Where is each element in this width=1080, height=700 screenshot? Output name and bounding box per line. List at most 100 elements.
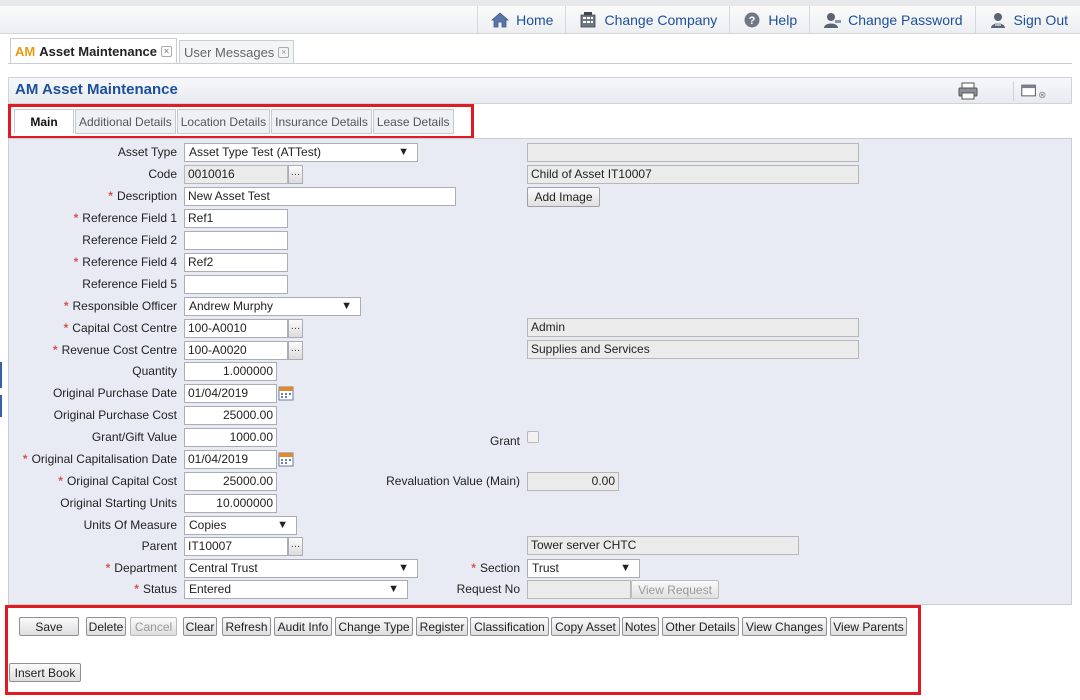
ref5-input[interactable]: [184, 275, 288, 294]
nav-change-password[interactable]: Change Password: [809, 6, 974, 34]
ref4-input[interactable]: Ref2: [184, 253, 288, 272]
code-description: Child of Asset IT10007: [527, 165, 859, 184]
orig-cap-date-label: * Original Capitalisation Date: [22, 452, 177, 466]
parent-description: Tower server CHTC: [527, 536, 799, 555]
orig-purchase-date-label: Original Purchase Date: [52, 386, 177, 400]
revenue-cost-centre-input[interactable]: 100-A0020: [184, 341, 288, 360]
orig-cap-date-input[interactable]: 01/04/2019: [184, 450, 277, 469]
building-icon: [581, 12, 596, 28]
revenue-cost-centre-description: Supplies and Services: [527, 340, 859, 359]
main-form: Asset Type Asset Type Test (ATTest) ▼ Cod…: [8, 138, 1072, 605]
left-edge-marker: [0, 395, 2, 417]
nav-change-password-label: Change Password: [848, 12, 963, 28]
responsible-officer-select[interactable]: Andrew Murphy ▼: [184, 297, 361, 316]
ref1-input[interactable]: Ref1: [184, 209, 288, 228]
parent-input[interactable]: IT10007: [184, 537, 288, 556]
view-request-button[interactable]: View Request: [631, 580, 719, 599]
status-label: * Status: [134, 582, 177, 596]
page-title: AM Asset Maintenance: [15, 81, 178, 98]
grant-checkbox[interactable]: [527, 431, 539, 443]
asset-type-select[interactable]: Asset Type Test (ATTest) ▼: [184, 143, 418, 162]
print-icon[interactable]: [957, 81, 979, 101]
units-of-measure-label: Units Of Measure: [83, 518, 177, 532]
revaluation-value-input: 0.00: [527, 472, 619, 491]
nav-change-company[interactable]: Change Company: [565, 6, 729, 34]
description-label: * Description: [108, 189, 177, 203]
department-label: * Department: [105, 561, 177, 575]
nav-sign-out[interactable]: Sign Out: [974, 6, 1080, 34]
dropdown-arrow-icon: ▼: [398, 146, 409, 158]
nav-home[interactable]: Home: [477, 6, 565, 34]
revaluation-value-label: Revaluation Value (Main): [386, 474, 520, 488]
tab-asset-maintenance-label: Asset Maintenance: [39, 44, 157, 59]
parent-lookup-button[interactable]: …: [288, 537, 303, 556]
capital-cost-centre-description: Admin: [527, 318, 859, 337]
revenue-cost-centre-lookup-button[interactable]: …: [288, 341, 303, 360]
window-close-icon[interactable]: ⊗: [1013, 81, 1049, 101]
dropdown-arrow-icon: ▼: [341, 300, 352, 312]
grant-gift-value-input[interactable]: 1000.00: [184, 428, 277, 447]
left-edge-marker: [0, 362, 2, 388]
ref5-label: Reference Field 5: [82, 277, 177, 291]
quantity-input[interactable]: 1.000000: [184, 362, 277, 381]
tab-user-messages[interactable]: User Messages ×: [178, 40, 295, 64]
code-label: Code: [148, 167, 177, 181]
top-nav-bar: Home Change Company ? Help Change Passwo…: [0, 0, 1080, 34]
home-icon: [491, 12, 510, 28]
parent-label: Parent: [141, 539, 177, 553]
outer-tab-strip: AM Asset Maintenance × User Messages ×: [10, 38, 296, 64]
orig-capital-cost-label: * Original Capital Cost: [58, 474, 177, 488]
request-no-input: [527, 580, 631, 599]
tab-user-messages-label: User Messages: [183, 45, 275, 60]
orig-purchase-date-input[interactable]: 01/04/2019: [184, 384, 277, 403]
tab-asset-maintenance[interactable]: AM Asset Maintenance ×: [10, 38, 177, 64]
dropdown-arrow-icon: ▼: [620, 562, 631, 574]
nav-sign-out-label: Sign Out: [1013, 12, 1068, 28]
highlight-box-buttons: [5, 605, 921, 695]
user-key-icon: [824, 13, 842, 28]
grant-label: Grant: [489, 434, 520, 448]
dropdown-arrow-icon: ▼: [277, 519, 288, 531]
section-label: * Section: [471, 561, 520, 575]
capital-cost-centre-input[interactable]: 100-A0010: [184, 319, 288, 338]
capital-cost-centre-label: * Capital Cost Centre: [63, 321, 177, 335]
nav-help-label: Help: [768, 12, 798, 28]
dropdown-arrow-icon: ▼: [388, 583, 399, 595]
orig-capital-cost-input[interactable]: 25000.00: [184, 472, 277, 491]
ref2-label: Reference Field 2: [82, 233, 177, 247]
add-image-button[interactable]: Add Image: [527, 187, 600, 207]
nav-help[interactable]: ? Help: [729, 6, 809, 34]
close-tab-icon[interactable]: ×: [278, 47, 290, 58]
request-no-label: Request No: [456, 582, 520, 596]
orig-starting-units-input[interactable]: 10.000000: [184, 494, 277, 513]
dropdown-arrow-icon: ▼: [398, 562, 409, 574]
description-input[interactable]: New Asset Test: [184, 187, 456, 206]
ref2-input[interactable]: [184, 231, 288, 250]
nav-home-label: Home: [516, 12, 554, 28]
grant-gift-value-label: Grant/Gift Value: [91, 430, 177, 444]
calendar-icon[interactable]: [278, 385, 294, 401]
section-select[interactable]: Trust ▼: [527, 559, 640, 578]
top-nav-links: Home Change Company ? Help Change Passwo…: [477, 6, 1080, 34]
close-tab-icon[interactable]: ×: [160, 46, 172, 57]
units-of-measure-select[interactable]: Copies ▼: [184, 516, 297, 535]
panel-header: AM Asset Maintenance ⊗: [8, 77, 1072, 104]
orig-purchase-cost-input[interactable]: 25000.00: [184, 406, 277, 425]
status-select[interactable]: Entered ▼: [184, 580, 408, 599]
responsible-officer-label: * Responsible Officer: [63, 299, 177, 313]
nav-change-company-label: Change Company: [604, 12, 718, 28]
revenue-cost-centre-label: * Revenue Cost Centre: [52, 343, 177, 357]
orig-starting-units-label: Original Starting Units: [60, 496, 177, 510]
svg-text:?: ?: [749, 15, 756, 27]
code-lookup-button[interactable]: …: [288, 165, 303, 184]
department-select[interactable]: Central Trust ▼: [184, 559, 418, 578]
code-input: 0010016: [184, 165, 288, 184]
ref4-label: * Reference Field 4: [73, 255, 177, 269]
ref1-label: * Reference Field 1: [73, 211, 177, 225]
capital-cost-centre-lookup-button[interactable]: …: [288, 319, 303, 338]
tab-prefix: AM: [15, 44, 36, 59]
calendar-icon[interactable]: [278, 451, 294, 467]
quantity-label: Quantity: [132, 364, 177, 378]
help-icon: ?: [744, 12, 760, 28]
orig-purchase-cost-label: Original Purchase Cost: [53, 408, 177, 422]
